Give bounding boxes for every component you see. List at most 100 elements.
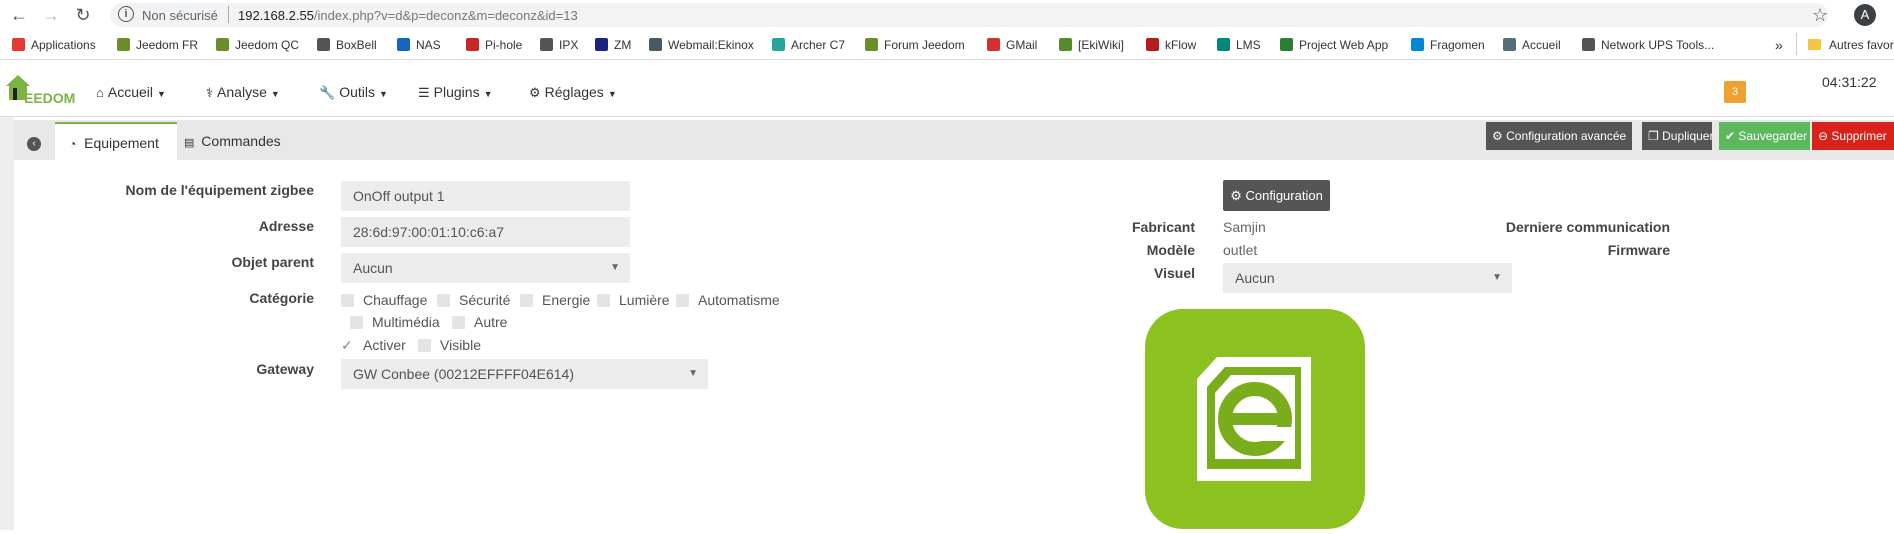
firmware-label: Firmware <box>1607 242 1670 258</box>
list-icon: ☰ <box>418 85 430 100</box>
configuration-button[interactable]: ⚙ Configuration <box>1223 180 1330 211</box>
category-autre[interactable]: Autre <box>452 314 507 330</box>
delete-button[interactable]: ⊖ Supprimer <box>1812 122 1894 150</box>
menu-analyse[interactable]: ⚕ Analyse ▼ <box>206 84 280 101</box>
advanced-config-button[interactable]: ⚙ Configuration avancée <box>1486 122 1633 150</box>
visible-checkbox[interactable]: Visible <box>418 337 481 353</box>
address-bar[interactable]: i Non sécurisé 192.168.2.55/index.php?v=… <box>110 3 1828 27</box>
info-icon[interactable]: i <box>118 6 134 22</box>
caret-down-icon: ▼ <box>378 89 388 99</box>
back-button[interactable]: ‹ <box>14 122 54 160</box>
wrench-icon: 🔧 <box>319 85 336 100</box>
circle-arrow-left-icon: ‹ <box>27 137 41 151</box>
activate-checkbox[interactable]: ✓ Activer <box>341 337 406 354</box>
tab-equipement[interactable]: ◔ Equipement <box>55 122 177 162</box>
parent-select[interactable]: Aucun ▼ <box>341 253 630 283</box>
bookmark-favicon-icon <box>540 38 553 51</box>
more-bookmarks-icon[interactable]: » <box>1775 37 1783 53</box>
bookmark-favicon-icon <box>1146 38 1159 51</box>
profile-avatar[interactable]: A <box>1854 4 1876 26</box>
checkbox[interactable] <box>452 316 465 329</box>
stethoscope-icon: ⚕ <box>206 85 214 100</box>
save-button[interactable]: ✔ Sauvegarder <box>1719 122 1810 150</box>
checkbox[interactable] <box>437 294 450 307</box>
bookmark-favicon-icon <box>1059 38 1072 51</box>
checkbox[interactable] <box>676 294 689 307</box>
checkbox[interactable] <box>418 339 431 352</box>
bookmark-item[interactable]: IPX <box>540 38 578 52</box>
bookmark-item[interactable]: Pi-hole <box>466 38 522 52</box>
bookmark-item[interactable]: ZM <box>595 38 631 52</box>
model-label: Modèle <box>1146 242 1195 258</box>
checkbox[interactable] <box>350 316 363 329</box>
bookmark-item[interactable]: Fragomen <box>1411 38 1485 52</box>
name-field[interactable]: OnOff output 1 <box>341 181 630 211</box>
bookmark-favicon-icon <box>397 38 410 51</box>
menu-plugins[interactable]: ☰ Plugins ▼ <box>418 84 493 101</box>
gateway-label: Gateway <box>256 361 314 377</box>
address-field[interactable]: 28:6d:97:00:01:10:c6:a7 <box>341 217 630 247</box>
caret-down-icon: ▼ <box>483 89 493 99</box>
bookmark-favicon-icon <box>1280 38 1293 51</box>
bookmark-item[interactable]: Applications <box>12 38 96 52</box>
category-securite[interactable]: Sécurité <box>437 292 510 308</box>
bookmark-item[interactable]: Webmail:Ekinox <box>649 38 754 52</box>
bookmark-item[interactable]: NAS <box>397 38 441 52</box>
bookmark-favicon-icon <box>1411 38 1424 51</box>
bookmark-item[interactable]: Forum Jeedom <box>865 38 965 52</box>
checkbox[interactable] <box>341 294 354 307</box>
url-text[interactable]: 192.168.2.55/index.php?v=d&p=deconz&m=de… <box>238 8 578 23</box>
duplicate-button[interactable]: ❐ Dupliquer <box>1642 122 1713 150</box>
bookmark-item[interactable]: Accueil <box>1503 38 1561 52</box>
parent-label: Objet parent <box>231 254 314 270</box>
bookmark-item[interactable]: GMail <box>987 38 1037 52</box>
category-energie[interactable]: Energie <box>520 292 590 308</box>
bookmark-item[interactable]: Jeedom FR <box>117 38 198 52</box>
manufacturer-label: Fabricant <box>1131 219 1195 235</box>
jeedom-logo[interactable]: EEDOM <box>4 72 76 113</box>
bookmark-item[interactable]: LMS <box>1217 38 1261 52</box>
bookmark-favicon-icon <box>1503 38 1516 51</box>
menu-outils[interactable]: 🔧 Outils ▼ <box>319 84 388 101</box>
checkbox[interactable] <box>597 294 610 307</box>
reload-icon[interactable]: ↻ <box>72 4 94 26</box>
visual-select[interactable]: Aucun ▼ <box>1223 263 1512 293</box>
forward-arrow-icon[interactable]: → <box>40 4 62 26</box>
bookmark-favicon-icon <box>317 38 330 51</box>
other-bookmarks-folder[interactable]: Autres favoris <box>1808 38 1894 52</box>
back-arrow-icon[interactable]: ← <box>8 4 30 26</box>
model-value: outlet <box>1223 242 1258 258</box>
svg-text:EEDOM: EEDOM <box>24 90 75 106</box>
category-chauffage[interactable]: Chauffage <box>341 292 427 308</box>
checkbox[interactable] <box>520 294 533 307</box>
chevron-down-icon: ▼ <box>688 368 698 379</box>
caret-down-icon: ▼ <box>157 89 166 99</box>
bookmark-favicon-icon <box>117 38 130 51</box>
category-lumiere[interactable]: Lumière <box>597 292 670 308</box>
bookmark-favicon-icon <box>1217 38 1230 51</box>
bookmark-item[interactable]: [EkiWiki] <box>1059 38 1124 52</box>
bookmark-star-icon[interactable]: ☆ <box>1812 5 1828 26</box>
caret-down-icon: ▼ <box>270 89 280 99</box>
bookmark-item[interactable]: Archer C7 <box>772 38 845 52</box>
bookmark-item[interactable]: BoxBell <box>317 38 377 52</box>
gateway-select[interactable]: GW Conbee (00212EFFFF04E614) ▼ <box>341 359 708 389</box>
tab-commandes[interactable]: ▤ Commandes <box>178 122 288 160</box>
menu-réglages[interactable]: ⚙ Réglages ▼ <box>529 84 617 101</box>
caret-down-icon: ▼ <box>607 89 617 99</box>
visual-select-value: Aucun <box>1235 270 1275 286</box>
bookmark-item[interactable]: Jeedom QC <box>216 38 299 52</box>
check-circle-icon: ✔ <box>1725 129 1736 143</box>
notification-badge[interactable]: 3 <box>1724 81 1746 103</box>
minus-circle-icon: ⊖ <box>1818 129 1829 143</box>
name-label: Nom de l'équipement zigbee <box>125 182 314 198</box>
category-automatisme[interactable]: Automatisme <box>676 292 780 308</box>
category-multimedia[interactable]: Multimédia <box>350 314 440 330</box>
copy-icon: ❐ <box>1648 129 1659 143</box>
dashboard-icon: ◔ <box>69 137 77 151</box>
bookmark-item[interactable]: Network UPS Tools... <box>1582 38 1714 52</box>
bookmark-item[interactable]: kFlow <box>1146 38 1196 52</box>
address-label: Adresse <box>258 218 314 234</box>
menu-accueil[interactable]: ⌂ Accueil ▼ <box>96 84 166 100</box>
bookmark-item[interactable]: Project Web App <box>1280 38 1388 52</box>
